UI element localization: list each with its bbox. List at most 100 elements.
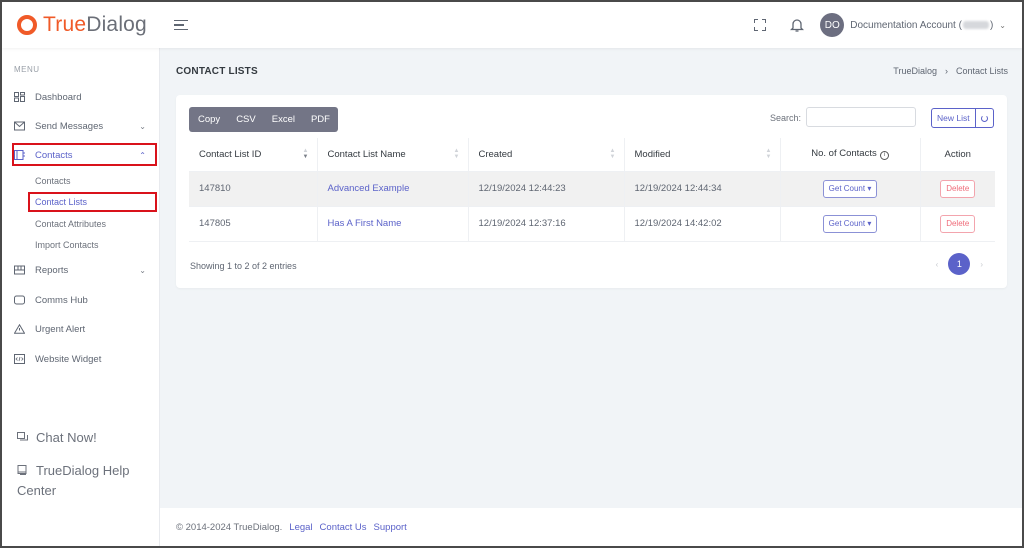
cell-count: Get Count ▾ — [780, 170, 921, 206]
info-icon[interactable]: i — [879, 151, 889, 161]
chevron-down-icon: ⌄ — [139, 121, 146, 131]
cell-count: Get Count ▾ — [780, 205, 921, 242]
page-title: CONTACT LISTS — [176, 66, 258, 77]
sidebar-item-send-messages[interactable]: Send Messages ⌄ — [14, 116, 154, 136]
contact-lists-table: Contact List ID ▲ ▼ Contact List Name ▲ ▼ Cr… — [189, 138, 995, 242]
search-input[interactable] — [806, 107, 916, 127]
legal-link[interactable]: Legal — [289, 522, 312, 533]
sidebar-item-comms-hub[interactable]: Comms Hub — [14, 290, 154, 310]
sidebar-subitem-import-contacts[interactable]: Import Contacts — [35, 240, 99, 250]
sidebar-item-reports[interactable]: Reports ⌄ — [14, 260, 154, 280]
cell-created: 12/19/2024 12:37:16 — [468, 205, 625, 242]
cell-action: Delete — [920, 170, 995, 206]
cell-modified: 12/19/2024 14:42:02 — [624, 205, 781, 242]
fullscreen-icon[interactable] — [754, 19, 767, 31]
cell-created: 12/19/2024 12:44:23 — [468, 170, 625, 206]
breadcrumb: TrueDialog › Contact Lists — [893, 66, 1008, 76]
cell-id: 147810 — [189, 170, 318, 206]
account-label: Documentation Account ( — [850, 19, 962, 31]
account-menu[interactable]: Documentation Account ( ) ⌄ — [850, 20, 1006, 31]
chevron-down-icon: ⌄ — [139, 265, 146, 275]
csv-button[interactable]: CSV — [228, 107, 264, 132]
sort-icon: ▲ ▼ — [609, 148, 616, 160]
chevron-down-icon: ⌄ — [999, 20, 1006, 30]
pdf-button[interactable]: PDF — [303, 107, 338, 132]
get-count-button[interactable]: Get Count ▾ — [822, 214, 878, 233]
cell-id: 147805 — [189, 205, 318, 242]
sidebar-subitem-contacts[interactable]: Contacts — [35, 176, 71, 186]
support-link[interactable]: Support — [374, 522, 407, 533]
refresh-button[interactable] — [975, 108, 994, 128]
sidebar-item-contacts[interactable]: Contacts ⌃ — [14, 145, 154, 165]
warning-icon — [14, 324, 25, 334]
dashboard-icon — [14, 92, 25, 102]
export-button-group: Copy CSV Excel PDF — [189, 107, 338, 132]
previous-page-button[interactable]: ‹ — [936, 260, 939, 269]
list-name-link[interactable]: Has A First Name — [328, 218, 402, 229]
page-1-button[interactable]: 1 — [948, 253, 971, 275]
avatar[interactable]: DO — [820, 13, 845, 37]
list-name-link[interactable]: Advanced Example — [328, 183, 410, 194]
next-page-button[interactable]: › — [980, 260, 983, 269]
sidebar-subitem-contact-attributes[interactable]: Contact Attributes — [35, 219, 106, 229]
app-window: TrueDialog DO Documentation Account ( ) … — [2, 2, 1022, 546]
table-row: 147810 Advanced Example 12/19/2024 12:44… — [189, 170, 995, 206]
excel-button[interactable]: Excel — [264, 107, 303, 132]
cell-name: Has A First Name — [317, 205, 469, 242]
logo-text-dialog: Dialog — [86, 13, 147, 36]
copyright: © 2014-2024 TrueDialog. — [176, 521, 283, 533]
column-header-name[interactable]: Contact List Name ▲ ▼ — [317, 138, 469, 171]
search-label: Search: — [770, 113, 802, 123]
chat-icon — [17, 432, 28, 441]
breadcrumb-current: Contact Lists — [955, 66, 1008, 76]
menu-label: MENU — [14, 65, 40, 74]
sort-icon: ▲ ▼ — [453, 148, 460, 160]
footer: © 2014-2024 TrueDialog. Legal Contact Us… — [160, 508, 1022, 546]
chevron-up-icon: ⌃ — [139, 150, 146, 160]
breadcrumb-separator: › — [944, 66, 948, 76]
table-row: 147805 Has A First Name 12/19/2024 12:37… — [189, 205, 995, 242]
help-center-link[interactable]: TrueDialog Help Center — [17, 461, 152, 501]
bell-icon[interactable] — [790, 17, 805, 33]
new-list-button[interactable]: New List — [931, 108, 976, 128]
hamburger-icon[interactable] — [174, 19, 188, 31]
contacts-icon — [14, 150, 25, 160]
logo-text-true: True — [43, 13, 87, 36]
column-header-modified[interactable]: Modified ▲ ▼ — [624, 138, 781, 171]
breadcrumb-home[interactable]: TrueDialog — [893, 66, 937, 76]
list-actions: New List — [931, 108, 994, 128]
logo-ring-icon — [17, 15, 37, 35]
sort-icon: ▲ ▼ — [765, 148, 772, 160]
sidebar-item-dashboard[interactable]: Dashboard — [14, 87, 154, 107]
column-header-id[interactable]: Contact List ID ▲ ▼ — [189, 138, 318, 171]
cell-modified: 12/19/2024 12:44:34 — [624, 170, 781, 206]
column-header-created[interactable]: Created ▲ ▼ — [468, 138, 625, 171]
sidebar: MENU Dashboard Send Messages ⌄ Contacts … — [2, 48, 160, 546]
code-icon — [14, 354, 25, 364]
chat-now-link[interactable]: Chat Now! — [17, 428, 97, 448]
sort-icon: ▲ ▼ — [302, 148, 309, 160]
column-header-action: Action — [944, 148, 971, 160]
envelope-icon — [14, 121, 25, 131]
contact-us-link[interactable]: Contact Us — [320, 522, 367, 533]
delete-button[interactable]: Delete — [940, 179, 976, 198]
table-info: Showing 1 to 2 of 2 entries — [190, 261, 297, 271]
chat-bubble-icon — [14, 295, 25, 305]
refresh-icon — [980, 114, 988, 122]
book-icon — [17, 465, 27, 475]
delete-button[interactable]: Delete — [940, 214, 976, 233]
reports-icon — [14, 265, 25, 275]
sidebar-subitem-contact-lists[interactable]: Contact Lists — [35, 197, 87, 207]
top-bar: TrueDialog DO Documentation Account ( ) … — [2, 2, 1022, 48]
cell-action: Delete — [920, 205, 995, 242]
sidebar-item-website-widget[interactable]: Website Widget — [14, 349, 154, 369]
sidebar-item-urgent-alert[interactable]: Urgent Alert — [14, 319, 154, 339]
copy-button[interactable]: Copy — [189, 107, 228, 132]
get-count-button[interactable]: Get Count ▾ — [822, 179, 878, 198]
logo[interactable]: TrueDialog — [17, 13, 162, 37]
contact-lists-card: Copy CSV Excel PDF Search: New List Cont… — [176, 95, 1007, 288]
column-header-count: No. of Contacts i — [780, 138, 921, 171]
redacted-account-id — [962, 21, 989, 29]
table-header-row: Contact List ID ▲ ▼ Contact List Name ▲ ▼ Cr… — [189, 138, 995, 171]
pagination: ‹ 1 › — [936, 253, 983, 275]
